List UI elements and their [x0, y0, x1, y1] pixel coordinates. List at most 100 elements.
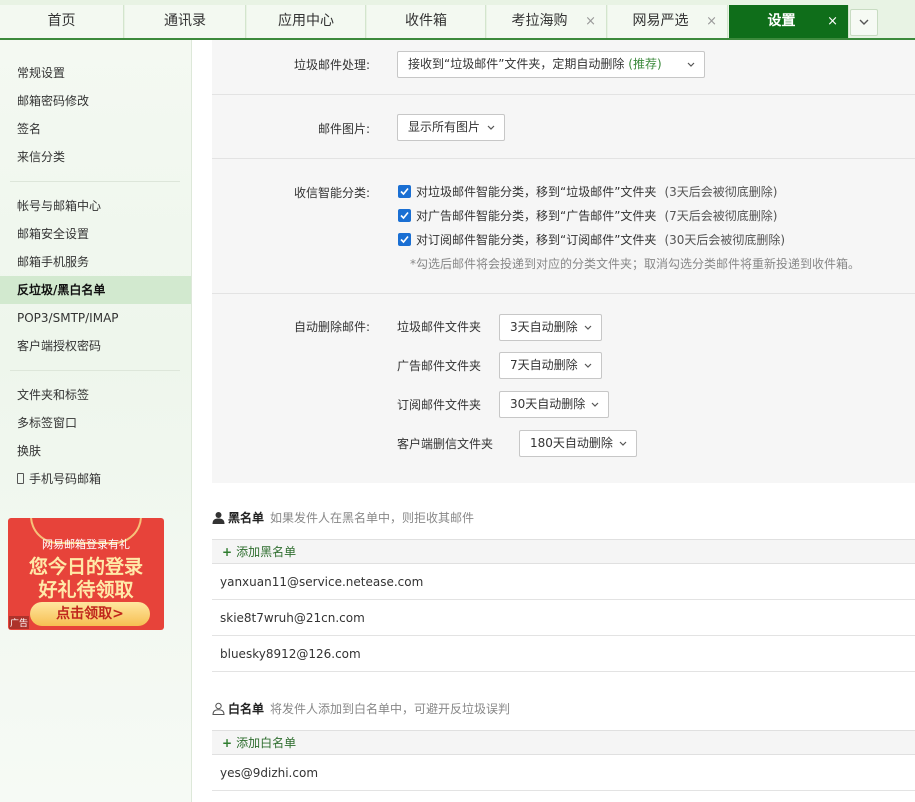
- smart-classify-subscriptions[interactable]: 对订阅邮件智能分类，移到“订阅邮件”文件夹 (30天后会被彻底删除): [398, 231, 785, 249]
- chevron-down-icon: [859, 19, 869, 25]
- phone-icon: [17, 473, 24, 484]
- close-icon[interactable]: ×: [827, 5, 838, 38]
- blacklist-entry[interactable]: skie8t7wruh@21cn.com: [212, 600, 915, 636]
- sidebar-item-antispam[interactable]: 反垃圾/黑白名单: [0, 276, 191, 304]
- close-icon[interactable]: ×: [706, 5, 717, 38]
- sidebar-divider: [10, 181, 180, 182]
- spam-handling-label: 垃圾邮件处理:: [293, 58, 370, 72]
- spam-handling-select[interactable]: 接收到“垃圾邮件”文件夹，定期自动删除 (推荐): [397, 51, 705, 78]
- plus-icon: +: [222, 736, 233, 750]
- sidebar-divider: [10, 370, 180, 371]
- mail-images-select[interactable]: 显示所有图片: [397, 114, 505, 141]
- sidebar-item-password[interactable]: 邮箱密码修改: [0, 87, 191, 115]
- sidebar-item-pop3[interactable]: POP3/SMTP/IMAP: [0, 304, 191, 332]
- checkbox-checked[interactable]: [398, 209, 411, 222]
- tab-kaola[interactable]: 考拉海购 ×: [487, 5, 607, 38]
- whitelist-entry[interactable]: yes@9dizhi.com: [212, 755, 915, 791]
- sidebar-item-skin[interactable]: 换肤: [0, 437, 191, 465]
- mail-images-label: 邮件图片:: [317, 122, 370, 136]
- tab-label: 考拉海购: [511, 13, 568, 29]
- antispam-settings-panel: 垃圾邮件处理: 接收到“垃圾邮件”文件夹，定期自动删除 (推荐) 邮件图片: 显…: [212, 40, 915, 483]
- add-blacklist-label: 添加黑名单: [236, 545, 297, 559]
- chevron-down-icon: [687, 62, 695, 67]
- whitelist-desc: 将发件人添加到白名单中，可避开反垃圾误判: [270, 702, 511, 716]
- blacklist-entry[interactable]: yanxuan11@service.netease.com: [212, 564, 915, 600]
- select-value: 7天自动删除: [510, 358, 578, 372]
- chevron-down-icon: [619, 441, 627, 446]
- auto-delete-subscriptions-select[interactable]: 30天自动删除: [499, 391, 609, 418]
- checkbox-checked[interactable]: [398, 185, 411, 198]
- ad-text-2: 好礼待领取: [38, 579, 134, 601]
- row-divider: [212, 94, 915, 95]
- tab-settings[interactable]: 设置 ×: [729, 5, 849, 38]
- select-value: 180天自动删除: [530, 436, 613, 450]
- select-value: 接收到“垃圾邮件”文件夹，定期自动删除: [408, 57, 625, 71]
- sidebar-item-phone-mail[interactable]: 手机号码邮箱: [0, 465, 191, 493]
- plus-icon: +: [222, 545, 233, 559]
- add-whitelist-label: 添加白名单: [236, 736, 297, 750]
- add-whitelist-button[interactable]: + 添加白名单: [212, 730, 915, 755]
- select-value: 3天自动删除: [510, 320, 578, 334]
- auto-delete-spam-select[interactable]: 3天自动删除: [499, 314, 602, 341]
- top-tab-bar: 首页 通讯录 应用中心 收件箱 考拉海购 × 网易严选 × 设置 ×: [0, 0, 915, 40]
- sidebar-item-mail-rules[interactable]: 来信分类: [0, 143, 191, 171]
- tab-contacts[interactable]: 通讯录: [125, 5, 246, 38]
- row-divider: [212, 293, 915, 294]
- blacklist-header: 黑名单 如果发件人在黑名单中，则拒收其邮件: [212, 509, 474, 527]
- check-icon: [400, 211, 409, 220]
- ad-tag: 广告: [9, 616, 30, 629]
- auto-delete-ads-select[interactable]: 7天自动删除: [499, 352, 602, 379]
- blacklist-desc: 如果发件人在黑名单中，则拒收其邮件: [270, 511, 475, 525]
- select-value: 30天自动删除: [510, 397, 586, 411]
- add-blacklist-button[interactable]: + 添加黑名单: [212, 539, 915, 564]
- tab-home[interactable]: 首页: [0, 5, 124, 38]
- whitelist-header: 白名单 将发件人添加到白名单中，可避开反垃圾误判: [212, 700, 510, 718]
- tab-yanxuan[interactable]: 网易严选 ×: [608, 5, 728, 38]
- promo-ad-banner[interactable]: 网易邮箱登录有礼 您今日的登录 好礼待领取 点击领取> 广告: [8, 518, 164, 630]
- smart-classify-hint: *勾选后邮件将会投递到对应的分类文件夹；取消勾选分类邮件将重新投递到收件箱。: [410, 257, 861, 271]
- option-note: (3天后会被彻底删除): [664, 185, 778, 199]
- tab-inbox[interactable]: 收件箱: [367, 5, 486, 38]
- chevron-down-icon: [487, 125, 495, 130]
- blacklist-entry[interactable]: bluesky8912@126.com: [212, 636, 915, 672]
- smart-classify-label: 收信智能分类:: [293, 186, 370, 200]
- sidebar-item-client-auth[interactable]: 客户端授权密码: [0, 332, 191, 360]
- close-icon[interactable]: ×: [585, 5, 596, 38]
- option-text: 对垃圾邮件智能分类，移到“垃圾邮件”文件夹: [416, 185, 657, 199]
- sidebar-item-signature[interactable]: 签名: [0, 115, 191, 143]
- auto-delete-client-select[interactable]: 180天自动删除: [519, 430, 637, 457]
- tab-label: 设置: [767, 13, 796, 29]
- option-note: (7天后会被彻底删除): [664, 209, 778, 223]
- tab-label: 应用中心: [278, 13, 334, 29]
- tab-app-center[interactable]: 应用中心: [247, 5, 366, 38]
- user-filled-icon: [212, 512, 225, 524]
- check-icon: [400, 187, 409, 196]
- sidebar-item-security[interactable]: 邮箱安全设置: [0, 220, 191, 248]
- settings-sidebar: 常规设置 邮箱密码修改 签名 来信分类 帐号与邮箱中心 邮箱安全设置 邮箱手机服…: [0, 40, 192, 802]
- tab-label: 收件箱: [405, 13, 447, 29]
- whitelist-title: 白名单: [228, 702, 265, 716]
- ad-headline: 网易邮箱登录有礼: [42, 538, 130, 551]
- recommend-tag: (推荐): [628, 57, 662, 71]
- select-value: 显示所有图片: [408, 120, 481, 134]
- smart-classify-spam[interactable]: 对垃圾邮件智能分类，移到“垃圾邮件”文件夹 (3天后会被彻底删除): [398, 183, 777, 201]
- option-text: 对广告邮件智能分类，移到“广告邮件”文件夹: [416, 209, 657, 223]
- chevron-down-icon: [584, 325, 592, 330]
- chevron-down-icon: [591, 402, 599, 407]
- checkbox-checked[interactable]: [398, 233, 411, 246]
- smart-classify-ads[interactable]: 对广告邮件智能分类，移到“广告邮件”文件夹 (7天后会被彻底删除): [398, 207, 777, 225]
- sidebar-item-folders[interactable]: 文件夹和标签: [0, 381, 191, 409]
- sidebar-item-multi-tab[interactable]: 多标签窗口: [0, 409, 191, 437]
- sidebar-item-account-center[interactable]: 帐号与邮箱中心: [0, 192, 191, 220]
- tab-label: 通讯录: [164, 13, 206, 29]
- main-content: 垃圾邮件处理: 接收到“垃圾邮件”文件夹，定期自动删除 (推荐) 邮件图片: 显…: [192, 40, 915, 802]
- tab-more-button[interactable]: [850, 9, 878, 36]
- ad-claim-button[interactable]: 点击领取>: [30, 602, 150, 626]
- tab-label: 首页: [47, 13, 76, 29]
- sidebar-item-label: 手机号码邮箱: [29, 472, 102, 486]
- sidebar-item-mobile-service[interactable]: 邮箱手机服务: [0, 248, 191, 276]
- sidebar-item-general[interactable]: 常规设置: [0, 59, 191, 87]
- auto-delete-label: 自动删除邮件:: [293, 320, 370, 334]
- row-divider: [212, 158, 915, 159]
- option-text: 对订阅邮件智能分类，移到“订阅邮件”文件夹: [416, 233, 657, 247]
